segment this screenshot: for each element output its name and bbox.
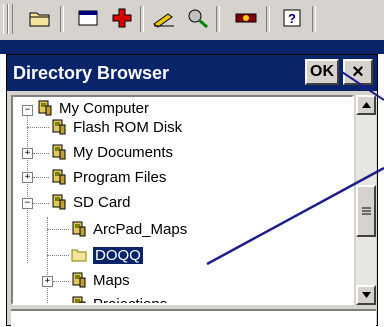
- callout-line-ok: [338, 69, 384, 101]
- callout-overlay: [206, 69, 384, 266]
- callout-line-doqq: [206, 166, 384, 266]
